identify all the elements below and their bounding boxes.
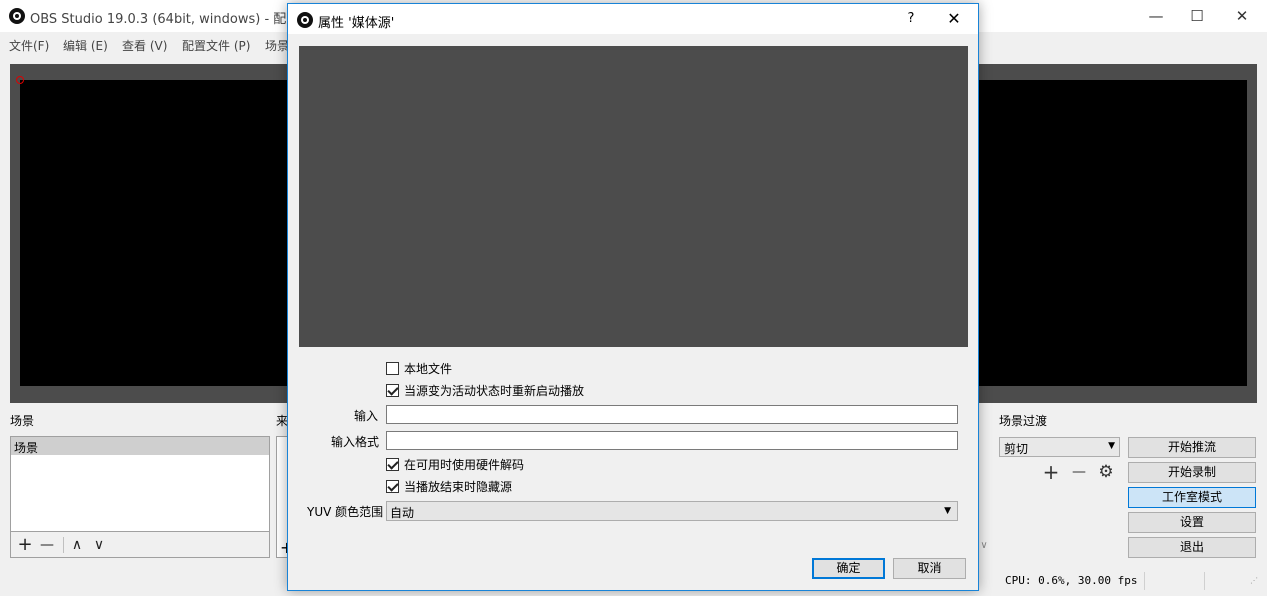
- menu-edit[interactable]: 编辑 (E): [63, 37, 108, 54]
- input-field[interactable]: [386, 405, 958, 424]
- restart-on-active-label: 当源变为活动状态时重新启动播放: [404, 383, 585, 398]
- hide-on-end-label: 当播放结束时隐藏源: [404, 479, 513, 494]
- input-format-label: 输入格式: [331, 435, 380, 449]
- checkbox-checked-icon[interactable]: [386, 383, 399, 397]
- obs-logo-icon: [297, 12, 313, 28]
- input-format-field[interactable]: [386, 431, 958, 450]
- settings-button[interactable]: 设置: [1128, 512, 1256, 533]
- yuv-range-select[interactable]: 自动 ▼: [386, 501, 958, 521]
- cancel-button[interactable]: 取消: [893, 558, 966, 579]
- start-stream-button[interactable]: 开始推流: [1128, 437, 1256, 458]
- exit-button[interactable]: 退出: [1128, 537, 1256, 558]
- menu-profile[interactable]: 配置文件 (P): [182, 37, 250, 54]
- dialog-title: 属性 '媒体源': [318, 16, 395, 31]
- transition-selected: 剪切: [1004, 442, 1029, 456]
- close-icon[interactable]: ✕: [936, 7, 972, 31]
- media-preview: [299, 46, 968, 347]
- move-up-icon[interactable]: ∧: [67, 535, 87, 555]
- close-icon[interactable]: ✕: [1222, 4, 1262, 28]
- local-file-label: 本地文件: [404, 361, 453, 376]
- transitions-label: 场景过渡: [999, 414, 1048, 428]
- gear-icon[interactable]: ⚙: [1096, 462, 1116, 482]
- checkbox-checked-icon[interactable]: [386, 479, 399, 493]
- hw-decode-checkbox[interactable]: 在可用时使用硬件解码: [386, 455, 524, 473]
- checkbox-unchecked-icon[interactable]: [386, 361, 399, 375]
- dropdown-arrow-icon: ▼: [944, 506, 951, 516]
- hw-decode-label: 在可用时使用硬件解码: [404, 457, 525, 472]
- dropdown-arrow-icon: ▼: [1108, 441, 1115, 451]
- main-window-title: OBS Studio 19.0.3 (64bit, windows) - 配置文…: [30, 12, 326, 27]
- yuv-range-label: YUV 颜色范围: [307, 505, 384, 519]
- status-divider: [1204, 572, 1205, 590]
- ok-button[interactable]: 确定: [812, 558, 885, 579]
- checkbox-checked-icon[interactable]: [386, 457, 399, 471]
- start-record-button[interactable]: 开始录制: [1128, 462, 1256, 483]
- local-file-checkbox[interactable]: 本地文件: [386, 359, 452, 377]
- cpu-status: CPU: 0.6%, 30.00 fps: [1005, 574, 1138, 587]
- scene-toolbar: + — ∧ ∨: [10, 532, 270, 558]
- record-indicator-icon: [16, 76, 24, 84]
- menu-file[interactable]: 文件(F): [9, 37, 49, 54]
- scene-list[interactable]: 场景: [10, 436, 270, 532]
- scenes-label: 场景: [10, 414, 35, 428]
- add-scene-icon[interactable]: +: [15, 535, 35, 555]
- remove-scene-icon[interactable]: —: [37, 535, 57, 555]
- status-bar: CPU: 0.6%, 30.00 fps: [996, 570, 1267, 592]
- scene-list-item[interactable]: 场景: [11, 437, 269, 455]
- minimize-icon[interactable]: —: [1136, 4, 1176, 28]
- add-transition-icon[interactable]: +: [1041, 462, 1061, 482]
- yuv-range-value: 自动: [390, 506, 415, 520]
- hide-on-end-checkbox[interactable]: 当播放结束时隐藏源: [386, 477, 512, 495]
- obs-logo-icon: [9, 8, 25, 24]
- dialog-title-bar: 属性 '媒体源' ? ✕: [288, 4, 978, 34]
- remove-transition-icon[interactable]: —: [1069, 462, 1089, 482]
- move-down-icon[interactable]: ∨: [89, 535, 109, 555]
- input-label: 输入: [354, 409, 379, 423]
- properties-dialog: 属性 '媒体源' ? ✕ 本地文件 当源变为活动状态时重新启动播放 输入 输入格…: [287, 3, 979, 591]
- menu-view[interactable]: 查看 (V): [122, 37, 167, 54]
- transition-select[interactable]: 剪切 ▼: [999, 437, 1120, 457]
- restart-on-active-checkbox[interactable]: 当源变为活动状态时重新启动播放: [386, 381, 584, 399]
- status-divider: [1144, 572, 1145, 590]
- maximize-icon[interactable]: ☐: [1177, 4, 1217, 28]
- help-icon[interactable]: ?: [896, 9, 926, 29]
- menu-scenes[interactable]: 场景: [265, 37, 289, 54]
- toolbar-divider: [63, 537, 64, 553]
- studio-mode-button[interactable]: 工作室模式: [1128, 487, 1256, 508]
- resize-grip-icon[interactable]: ⋰: [1250, 577, 1262, 590]
